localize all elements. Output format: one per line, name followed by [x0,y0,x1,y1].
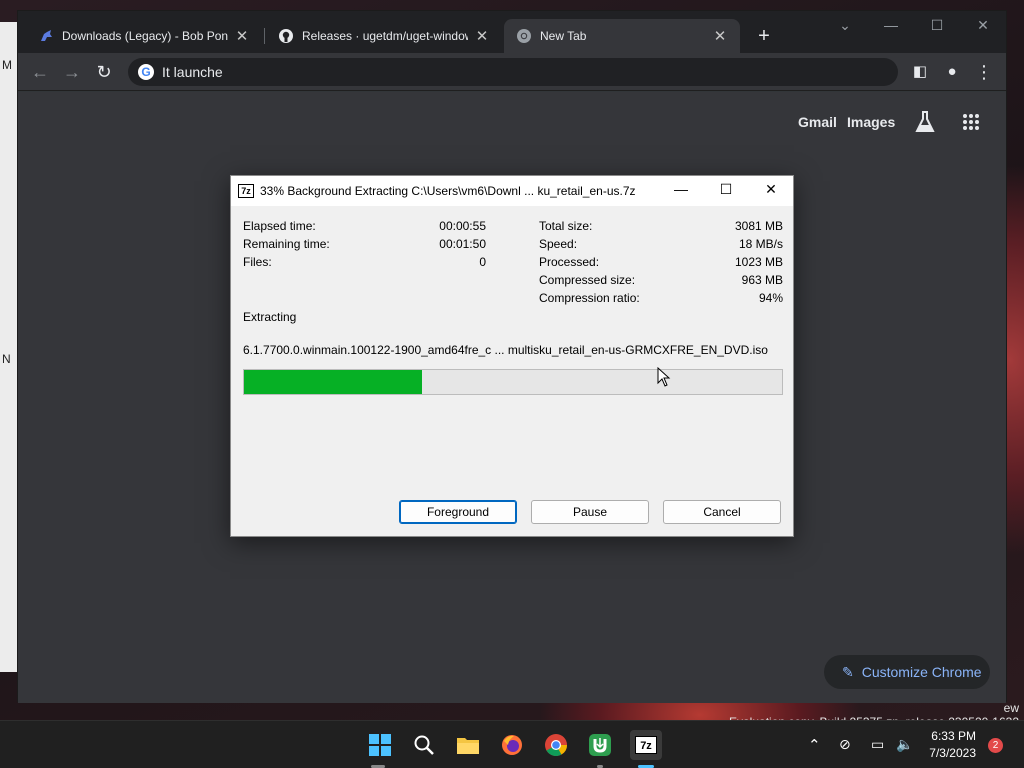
tab-separator [264,28,265,44]
close-icon[interactable]: ✕ [234,27,250,45]
clock-time: 6:33 PM [931,729,976,743]
customize-chrome-label: Customize Chrome [861,664,982,680]
github-icon [278,28,294,44]
cancel-button[interactable]: Cancel [663,500,781,524]
compressed-size-label: Compressed size: [539,273,636,287]
close-icon[interactable]: ✕ [712,27,728,45]
google-icon: G [138,64,154,80]
clock-date: 7/3/2023 [929,746,976,760]
7zip-taskbar-icon[interactable]: 7z [630,730,662,760]
uget-icon[interactable] [586,731,614,759]
system-clock[interactable]: 6:33 PM 7/3/2023 [920,728,976,762]
tab-bob-pony[interactable]: Downloads (Legacy) - Bob Pony ✕ [26,19,262,53]
tab-uget-releases[interactable]: Releases · ugetdm/uget-window ✕ [266,19,502,53]
taskbar: 7z ⌃ ⊘ ▭ 🔈 6:33 PM 7/3/2023 2 [0,720,1024,768]
processed-label: Processed: [539,255,600,269]
tab-new-tab[interactable]: New Tab ✕ [504,19,740,53]
tab-title: Downloads (Legacy) - Bob Pony [62,29,228,43]
processed-value: 1023 MB [734,255,783,269]
gmail-link[interactable]: Gmail [798,114,837,130]
pony-icon [38,28,54,44]
extraction-progress-bar [243,369,783,395]
mouse-cursor-icon [657,367,671,387]
dialog-minimize-icon[interactable]: — [671,181,691,197]
files-value: 0 [479,255,486,269]
remaining-time-value: 00:01:50 [439,237,486,251]
forward-icon[interactable]: → [60,60,84,84]
notification-badge[interactable]: 2 [988,738,1003,753]
reload-icon[interactable]: ↻ [92,60,116,84]
elapsed-time-value: 00:00:55 [439,219,486,233]
back-icon[interactable]: ← [28,60,52,84]
search-icon[interactable] [410,731,438,759]
total-size-label: Total size: [539,219,593,233]
progress-bar-fill [244,370,422,394]
compression-ratio-label: Compression ratio: [539,291,640,305]
chrome-icon[interactable] [542,731,570,759]
menu-icon[interactable]: ⋮ [972,60,996,84]
speed-value: 18 MB/s [738,237,783,251]
tab-title: Releases · ugetdm/uget-window [302,29,468,43]
profile-icon[interactable]: ● [940,60,964,84]
tab-strip: Downloads (Legacy) - Bob Pony ✕ Releases… [18,11,1006,53]
compression-ratio-value: 94% [758,291,783,305]
new-tab-button[interactable]: + [752,24,776,48]
start-icon[interactable] [366,731,394,759]
firefox-icon[interactable] [498,731,526,759]
labs-icon[interactable] [914,110,936,139]
apps-grid-icon[interactable] [962,113,980,136]
side-panel-icon[interactable]: ◧ [908,60,932,84]
compressed-size-value: 963 MB [741,273,783,287]
tab-title: New Tab [540,29,587,43]
minimize-icon[interactable]: — [876,17,906,33]
background-window-letter: N [2,352,11,366]
dialog-title-bar: 7z 33% Background Extracting C:\Users\vm… [231,176,793,206]
dialog-maximize-icon[interactable]: ☐ [716,181,736,198]
watermark-line-1: ew [1003,701,1019,715]
foreground-button[interactable]: Foreground [399,500,517,524]
files-label: Files: [243,255,272,269]
file-explorer-icon[interactable] [454,731,482,759]
customize-chrome-button[interactable]: ✎ Customize Chrome [824,655,990,689]
dialog-title: 33% Background Extracting C:\Users\vm6\D… [260,184,636,198]
chrome-icon [516,28,532,44]
tab-search-icon[interactable]: ⌄ [830,17,860,34]
show-hidden-icons-icon[interactable]: ⌃ [808,736,821,754]
images-link[interactable]: Images [847,114,895,130]
svg-text:7z: 7z [640,740,652,752]
address-bar[interactable]: G It launche [128,58,898,86]
volume-icon[interactable]: 🔈 [896,736,913,753]
close-window-icon[interactable]: ✕ [968,17,998,34]
address-bar-text: It launche [162,64,223,80]
remaining-time-label: Remaining time: [243,237,330,251]
dialog-close-icon[interactable]: ✕ [761,181,781,198]
current-file-name: 6.1.7700.0.winmain.100122-1900_amd64fre_… [243,343,768,357]
total-size-value: 3081 MB [734,219,783,233]
background-window-edge: M N [0,22,18,672]
extraction-progress-dialog: 7z 33% Background Extracting C:\Users\vm… [230,175,794,537]
pause-button[interactable]: Pause [531,500,649,524]
close-icon[interactable]: ✕ [474,27,490,45]
network-icon[interactable]: ⊘ [839,736,851,753]
7zip-icon: 7z [238,184,254,198]
speed-label: Speed: [539,237,578,251]
display-icon[interactable]: ▭ [871,736,884,753]
background-window-letter: M [2,58,12,72]
maximize-icon[interactable]: ☐ [922,17,952,34]
pencil-icon: ✎ [842,663,854,680]
operation-status: Extracting [243,310,297,324]
browser-toolbar: ← → ↻ G It launche ◧ ● ⋮ [18,53,1006,91]
elapsed-time-label: Elapsed time: [243,219,316,233]
